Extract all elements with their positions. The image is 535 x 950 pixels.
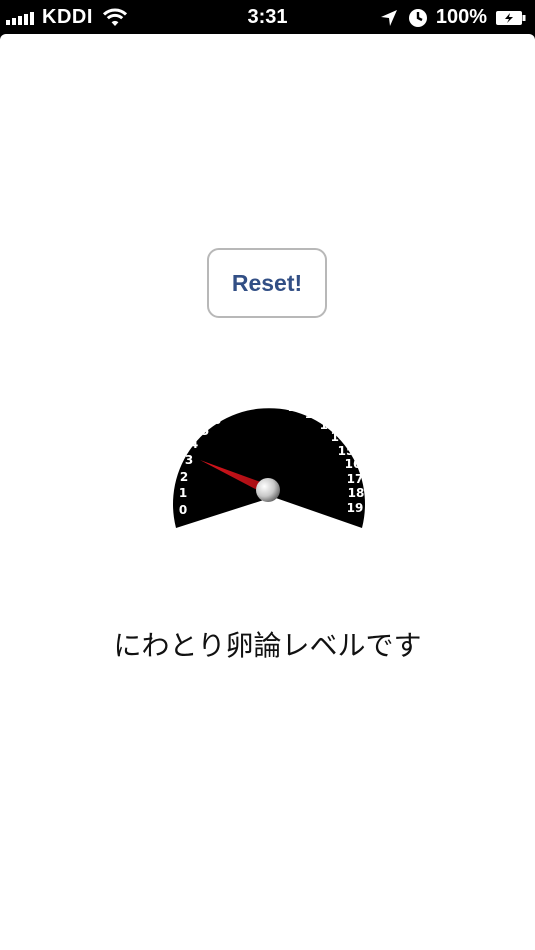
gauge-tick-label: 9 — [255, 396, 263, 410]
gauge-tick-label: 4 — [190, 437, 198, 451]
gauge-tick-label: 16 — [345, 457, 362, 471]
gauge-hub — [256, 478, 280, 502]
battery-charging-icon — [496, 10, 526, 25]
gauge-tick-label: 14 — [331, 430, 348, 444]
gauge-tick-label: 11 — [288, 400, 305, 414]
battery-percent: 100% — [435, 6, 487, 28]
gauge-tick-label: 15 — [338, 444, 355, 458]
gauge-tick-label: 6 — [213, 413, 221, 427]
speedometer-gauge: 01234567 8 9 10 11 1213141516171819 — [173, 396, 365, 528]
status-right: 100% — [380, 6, 527, 29]
gauge-tick-label: 10 — [270, 396, 287, 410]
app-screen: Reset! 0 1 2 3 4 5 6 7 8 9 10 11 12 13 14 15 16 17 18 19 にわ… — [0, 34, 535, 950]
gauge-tick-label: 18 — [348, 486, 365, 500]
level-message: にわとり卵論レベルです — [113, 629, 422, 662]
gauge-tick-label: 8 — [240, 399, 248, 413]
gauge-tick-label: 19 — [347, 501, 364, 515]
location-arrow-icon — [380, 9, 397, 26]
alarm-clock-icon — [408, 8, 427, 27]
gauge-tick-label: 1 — [179, 486, 187, 500]
gauge-tick-label: 0 — [179, 503, 187, 517]
gauge-tick-label: 17 — [347, 472, 364, 486]
gauge-tick-label: 3 — [185, 453, 193, 467]
status-bar: KDDI 3:31 100% — [0, 0, 535, 34]
gauge-tick-label: 5 — [201, 424, 209, 438]
gauge-tick-label: 7 — [226, 404, 234, 418]
gauge-tick-label: 2 — [180, 470, 188, 484]
